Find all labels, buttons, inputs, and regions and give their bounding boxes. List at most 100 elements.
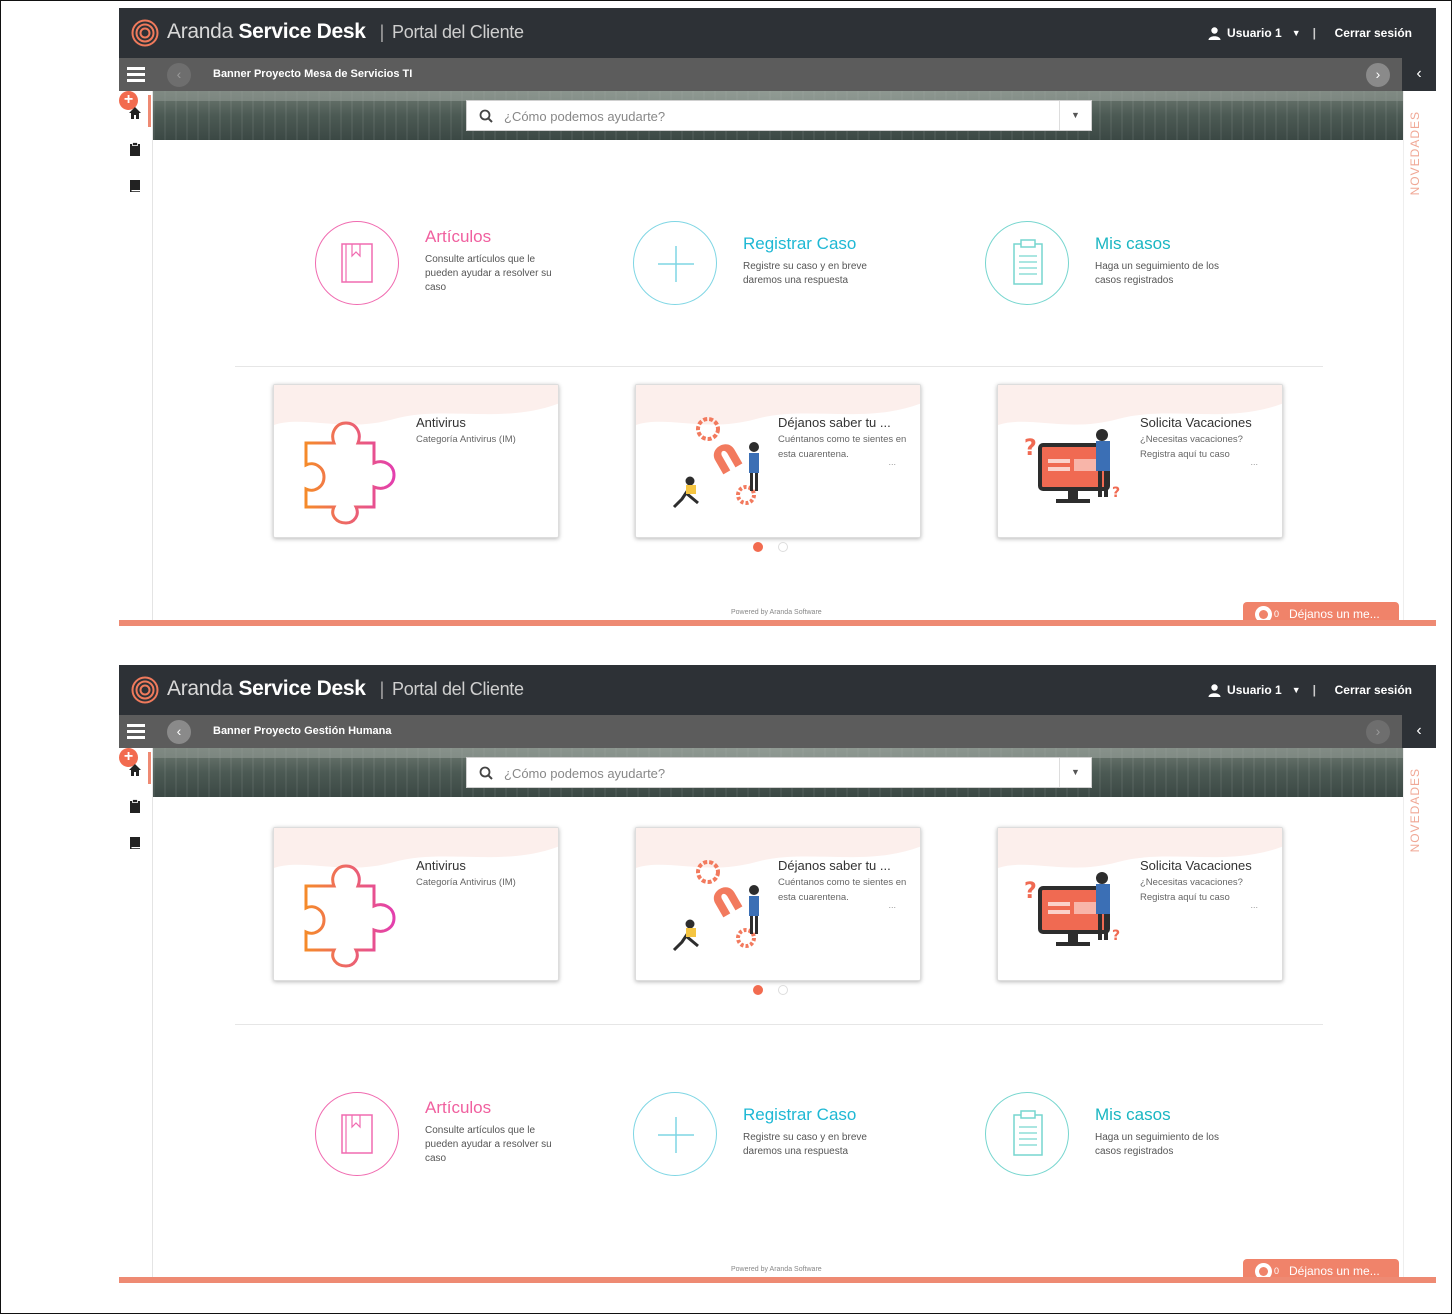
- banner-prev-button[interactable]: ‹: [167, 63, 191, 87]
- plus-icon: [658, 1117, 694, 1153]
- home-icon[interactable]: [128, 763, 142, 777]
- hero-banner: ¿Cómo podemos ayudarte? ▼: [153, 748, 1405, 797]
- card-antivirus[interactable]: Antivirus Categoría Antivirus (IM): [273, 827, 559, 981]
- banner-bar: ‹ Banner Proyecto Mesa de Servicios TI ›…: [119, 58, 1436, 91]
- card-solicita-vacaciones[interactable]: ? ? Solicita Vacaciones ¿Necesitas vacac…: [997, 827, 1283, 981]
- book-icon[interactable]: [128, 179, 142, 193]
- search-dropdown-button[interactable]: ▼: [1059, 101, 1091, 130]
- user-name: Usuario 1: [1227, 26, 1282, 40]
- search-icon: [479, 766, 493, 780]
- action-description: Haga un seguimiento de los casos registr…: [1095, 1132, 1219, 1157]
- book-icon: [341, 1114, 373, 1154]
- clipboard-icon[interactable]: [128, 799, 142, 813]
- action-title: Mis casos: [1095, 1105, 1171, 1124]
- portal-screenshot-2: Aranda Service Desk | Portal del Cliente U…: [119, 665, 1436, 1283]
- logout-link[interactable]: Cerrar sesión: [1335, 26, 1412, 40]
- action-description: Consulte artículos que le pueden ayudar …: [425, 254, 552, 293]
- carousel-dot-2[interactable]: [778, 985, 788, 995]
- top-bar: Aranda Service Desk | Portal del Cliente U…: [119, 8, 1436, 58]
- search-input[interactable]: ¿Cómo podemos ayudarte?: [504, 766, 665, 781]
- sidebar-selection-indicator: [148, 752, 151, 784]
- card-antivirus[interactable]: Antivirus Categoría Antivirus (IM): [273, 384, 559, 538]
- powered-by: Powered by Aranda Software: [731, 609, 822, 616]
- action-description: Registre su caso y en breve daremos una …: [743, 261, 867, 286]
- collapse-panel-button[interactable]: ‹: [1402, 58, 1436, 91]
- clipboard-icon[interactable]: [128, 142, 142, 156]
- carousel-dot-1[interactable]: [753, 542, 763, 552]
- action-title: Mis casos: [1095, 234, 1171, 253]
- menu-icon[interactable]: [127, 67, 145, 82]
- brand-title: Aranda Service Desk | Portal del Cliente: [167, 20, 524, 43]
- service-cards: Antivirus Categoría Antivirus (IM) Déjan…: [273, 827, 1283, 997]
- service-cards: Antivirus Categoría Antivirus (IM) Déjan…: [273, 384, 1283, 554]
- quick-actions: Artículos Consulte artículos que le pued…: [315, 217, 1255, 307]
- banner-bar: ‹ Banner Proyecto Gestión Humana › ‹: [119, 715, 1436, 748]
- search-box[interactable]: ¿Cómo podemos ayudarte? ▼: [466, 100, 1092, 131]
- svg-text:?: ?: [1112, 928, 1120, 944]
- action-title: Registrar Caso: [743, 234, 857, 253]
- puzzle-icon: [304, 421, 396, 525]
- user-menu[interactable]: Usuario 1 ▼ |: [1208, 26, 1316, 40]
- hero-banner: ¿Cómo podemos ayudarte? ▼: [153, 91, 1405, 140]
- banner-title: Banner Proyecto Mesa de Servicios TI: [213, 68, 413, 80]
- card-more: ...: [888, 900, 896, 910]
- banner-prev-button[interactable]: ‹: [167, 720, 191, 744]
- card-dejanos-saber[interactable]: Déjanos saber tu ... Cuéntanos como te s…: [635, 384, 921, 538]
- banner-next-button[interactable]: ›: [1366, 63, 1390, 87]
- search-input[interactable]: ¿Cómo podemos ayudarte?: [504, 109, 665, 124]
- clipboard-icon: [1013, 1110, 1043, 1156]
- banner-title: Banner Proyecto Gestión Humana: [213, 725, 392, 737]
- home-icon[interactable]: [128, 106, 142, 120]
- banner-next-button[interactable]: ›: [1366, 720, 1390, 744]
- carousel-dot-1[interactable]: [753, 985, 763, 995]
- carousel-dots: [753, 985, 813, 997]
- card-more: ...: [888, 457, 896, 467]
- action-description: Consulte artículos que le pueden ayudar …: [425, 1125, 552, 1164]
- puzzle-icon: [304, 864, 396, 968]
- clipboard-icon: [1013, 239, 1043, 285]
- plus-icon: [658, 246, 694, 282]
- action-description: Registre su caso y en breve daremos una …: [743, 1132, 867, 1157]
- aranda-logo-icon: [131, 676, 159, 704]
- menu-icon[interactable]: [127, 724, 145, 739]
- card-solicita-vacaciones[interactable]: ? ? Solicita Vacaciones ¿Necesitas vacac…: [997, 384, 1283, 538]
- portal-screenshot-1: Aranda Service Desk | Portal del Cliente U…: [119, 8, 1436, 626]
- chevron-down-icon: ▼: [1291, 28, 1301, 38]
- section-divider: [235, 1024, 1323, 1025]
- action-description: Haga un seguimiento de los casos registr…: [1095, 261, 1219, 286]
- logout-link[interactable]: Cerrar sesión: [1335, 683, 1412, 697]
- card-title: Déjanos saber tu ...: [778, 858, 891, 873]
- action-title: Artículos: [425, 1098, 492, 1117]
- book-icon[interactable]: [128, 836, 142, 850]
- card-title: Antivirus: [416, 415, 466, 430]
- card-more: ...: [1250, 457, 1258, 467]
- search-box[interactable]: ¿Cómo podemos ayudarte? ▼: [466, 757, 1092, 788]
- chevron-down-icon: ▼: [1291, 685, 1301, 695]
- monitor-person-illustration: ? ?: [1024, 872, 1120, 946]
- novedades-panel[interactable]: NOVEDADES: [1403, 91, 1436, 626]
- action-title: Registrar Caso: [743, 1105, 857, 1124]
- collapse-panel-button[interactable]: ‹: [1402, 715, 1436, 748]
- novedades-panel[interactable]: NOVEDADES: [1403, 748, 1436, 1283]
- top-bar: Aranda Service Desk | Portal del Cliente U…: [119, 665, 1436, 715]
- user-menu[interactable]: Usuario 1 ▼ |: [1208, 683, 1316, 697]
- card-dejanos-saber[interactable]: Déjanos saber tu ... Cuéntanos como te s…: [635, 827, 921, 981]
- card-title: Solicita Vacaciones: [1140, 858, 1252, 873]
- brand-title: Aranda Service Desk | Portal del Cliente: [167, 677, 524, 700]
- sidebar-selection-indicator: [148, 95, 151, 127]
- card-title: Déjanos saber tu ...: [778, 415, 891, 430]
- search-dropdown-button[interactable]: ▼: [1059, 758, 1091, 787]
- aranda-logo-icon: [131, 19, 159, 47]
- magnet-gears-illustration: [672, 860, 759, 952]
- user-icon: [1208, 26, 1221, 40]
- card-title: Antivirus: [416, 858, 466, 873]
- card-title: Solicita Vacaciones: [1140, 415, 1252, 430]
- svg-text:?: ?: [1112, 485, 1120, 501]
- svg-text:?: ?: [1024, 436, 1037, 461]
- sidebar: +: [119, 91, 153, 626]
- carousel-dot-2[interactable]: [778, 542, 788, 552]
- card-description: Categoría Antivirus (IM): [416, 434, 516, 445]
- user-name: Usuario 1: [1227, 683, 1282, 697]
- card-more: ...: [1250, 900, 1258, 910]
- magnet-gears-illustration: [672, 417, 759, 509]
